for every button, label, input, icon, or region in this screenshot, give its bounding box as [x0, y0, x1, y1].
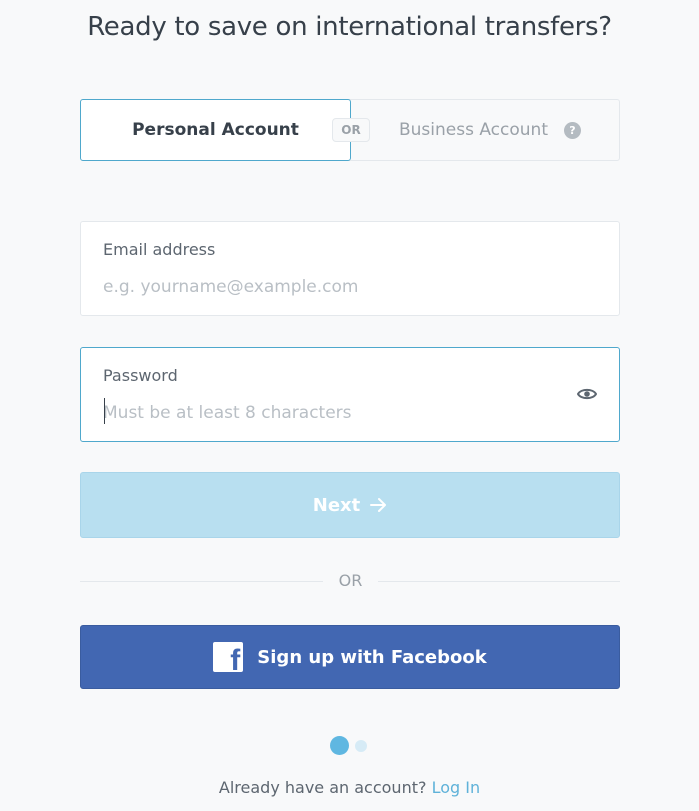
password-field[interactable]: Password: [80, 347, 620, 442]
login-link[interactable]: Log In: [432, 778, 481, 797]
divider-or-label: OR: [338, 571, 363, 590]
password-input[interactable]: [103, 400, 573, 426]
page-title: Ready to save on international transfers…: [87, 12, 612, 42]
account-type-or-chip: OR: [332, 118, 370, 142]
pager-dot-inactive: [355, 740, 367, 752]
facebook-signup-label: Sign up with Facebook: [257, 646, 487, 668]
eye-icon[interactable]: [577, 386, 597, 402]
email-label: Email address: [103, 240, 216, 259]
login-prompt: Already have an account? Log In: [0, 778, 699, 797]
facebook-icon: f: [213, 642, 244, 672]
business-account-option[interactable]: Business Account ?: [381, 100, 599, 160]
help-icon[interactable]: ?: [564, 121, 581, 139]
pager-dot-active: [330, 736, 349, 755]
text-cursor: [104, 398, 105, 424]
business-account-label: Business Account: [398, 120, 548, 140]
personal-account-option[interactable]: Personal Account: [80, 99, 351, 161]
account-type-switch: Personal Account OR Business Account ?: [80, 99, 620, 161]
next-button[interactable]: Next: [80, 472, 620, 538]
login-prompt-text: Already have an account?: [218, 778, 427, 797]
signup-page: Ready to save on international transfers…: [0, 0, 699, 811]
arrow-right-icon: [370, 498, 387, 512]
email-field[interactable]: Email address: [80, 221, 620, 316]
password-label: Password: [103, 366, 178, 385]
personal-account-label: Personal Account: [132, 120, 299, 140]
email-input[interactable]: [103, 274, 573, 300]
next-button-label: Next: [312, 494, 361, 516]
facebook-signup-button[interactable]: f Sign up with Facebook: [80, 625, 620, 689]
divider-line-left: [80, 581, 323, 582]
divider-line-right: [378, 581, 620, 582]
